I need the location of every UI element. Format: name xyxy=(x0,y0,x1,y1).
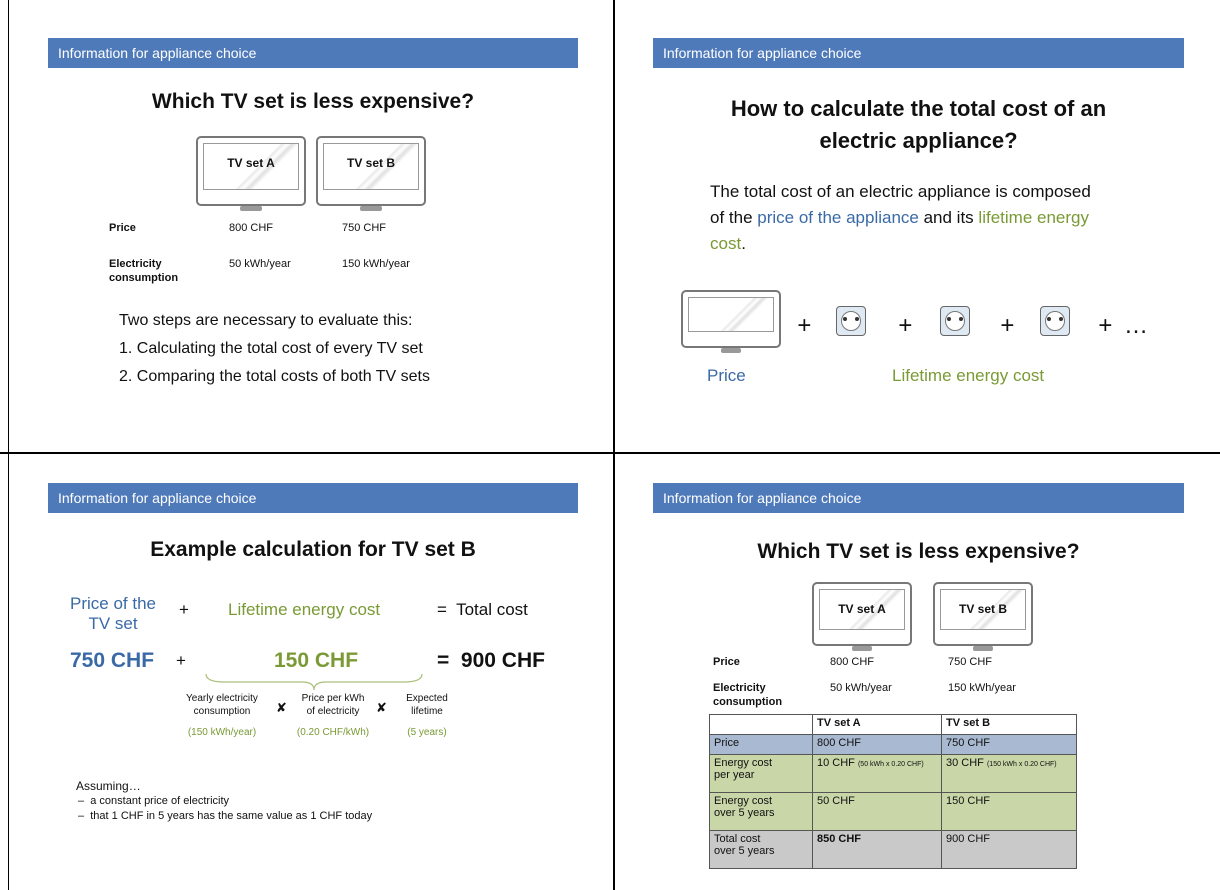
energy-caption: Lifetime energy cost xyxy=(892,366,1045,385)
elec-a: 50 kWh/year xyxy=(830,682,892,694)
energy-label: Lifetime energy cost xyxy=(228,600,381,619)
slide-header: Information for appliance choice xyxy=(653,483,1184,513)
slide-header: Information for appliance choice xyxy=(653,38,1184,68)
electricity-label: Electricity xyxy=(713,682,766,694)
table-row: Total cost over 5 years 850 CHF 900 CHF xyxy=(709,830,1077,869)
tv-b-label: TV set B xyxy=(958,602,1007,616)
table-row: Energy cost over 5 years 50 CHF 150 CHF xyxy=(709,792,1077,831)
electricity-label: Electricity xyxy=(109,258,162,270)
total-value: = 900 CHF xyxy=(437,649,545,672)
price-label: Price xyxy=(109,222,136,234)
price-a: 800 CHF xyxy=(830,656,875,668)
power-socket-icon xyxy=(940,306,970,336)
plus-sign: + xyxy=(898,312,913,339)
tv-a-image: TV set A xyxy=(812,582,912,651)
slide-header: Information for appliance choice xyxy=(48,38,578,68)
plus-sign: + xyxy=(1098,312,1113,339)
assuming-heading: Assuming… xyxy=(76,779,141,793)
assumption-2: – that 1 CHF in 5 years has the same val… xyxy=(78,810,373,822)
cost-table: TV set A TV set B Price 800 CHF 750 CHF … xyxy=(709,714,1077,869)
factor-expected-lifetime: Expected lifetime (5 years) xyxy=(406,693,448,738)
vertical-divider xyxy=(613,0,615,890)
body-line-2: of the price of the appliance and its li… xyxy=(710,208,1089,227)
elec-b: 150 kWh/year xyxy=(342,258,410,270)
tv-b-image: TV set B xyxy=(316,136,426,211)
table-row: Energy cost per year 10 CHF (50 kWh x 0.2… xyxy=(709,754,1077,793)
price-caption: Price xyxy=(707,366,746,385)
tv-a-label: TV set A xyxy=(838,602,886,616)
power-socket-icon xyxy=(1040,306,1070,336)
body-line-3: cost. xyxy=(710,234,746,253)
lifetime-energy-text: lifetime energy xyxy=(978,208,1089,227)
step-2: 2. Comparing the total costs of both TV … xyxy=(119,368,430,385)
table-row: TV set A TV set B xyxy=(709,714,1077,735)
plus-sign: + xyxy=(176,651,186,670)
elec-a: 50 kWh/year xyxy=(229,258,291,270)
elec-b: 150 kWh/year xyxy=(948,682,1016,694)
plus-sign: + xyxy=(179,600,189,619)
left-border xyxy=(8,0,9,890)
tv-a-image: TV set A xyxy=(196,136,306,211)
price-label: Price of the TV set xyxy=(70,594,156,633)
table-row: Price 800 CHF 750 CHF xyxy=(709,734,1077,755)
consumption-label: consumption xyxy=(713,696,783,708)
curly-brace xyxy=(205,673,423,691)
slide-title-line-2: electric appliance? xyxy=(819,128,1018,153)
price-label: Price xyxy=(713,656,740,668)
price-a: 800 CHF xyxy=(229,222,274,234)
energy-value: 150 CHF xyxy=(274,649,359,672)
consumption-label: consumption xyxy=(109,272,179,284)
slide-title: Example calculation for TV set B xyxy=(150,538,476,561)
slide-title: Which TV set is less expensive? xyxy=(757,540,1080,563)
plus-sign: + xyxy=(797,312,812,339)
tv-b-image: TV set B xyxy=(933,582,1033,651)
factor-price-per-kwh: Price per kWh of electricity (0.20 CHF/kWh… xyxy=(296,693,370,738)
step-1: 1. Calculating the total cost of every T… xyxy=(119,340,423,357)
price-b: 750 CHF xyxy=(948,656,993,668)
price-of-appliance-text: price of the appliance xyxy=(757,208,919,227)
price-b: 750 CHF xyxy=(342,222,387,234)
slide-header: Information for appliance choice xyxy=(48,483,578,513)
power-socket-icon xyxy=(836,306,866,336)
tv-image xyxy=(681,290,781,353)
intro-text: Two steps are necessary to evaluate this… xyxy=(119,312,413,329)
total-label: = Total cost xyxy=(437,600,528,619)
plus-sign: + xyxy=(1000,312,1015,339)
factor-yearly-consumption: Yearly electricity consumption (150 kWh/ye… xyxy=(186,693,258,738)
multiply-icon: ✘ xyxy=(276,700,287,715)
slide-title: Which TV set is less expensive? xyxy=(151,90,475,113)
ellipsis: … xyxy=(1124,312,1148,339)
assumption-1: – a constant price of electricity xyxy=(78,795,230,807)
tv-a-label: TV set A xyxy=(227,156,275,170)
multiply-icon: ✘ xyxy=(376,700,387,715)
horizontal-divider xyxy=(0,452,1220,454)
slide-title-line-1: How to calculate the total cost of an xyxy=(730,96,1107,121)
tv-b-label: TV set B xyxy=(346,156,395,170)
price-value: 750 CHF xyxy=(70,649,155,672)
body-line-1: The total cost of an electric appliance … xyxy=(710,182,1091,201)
